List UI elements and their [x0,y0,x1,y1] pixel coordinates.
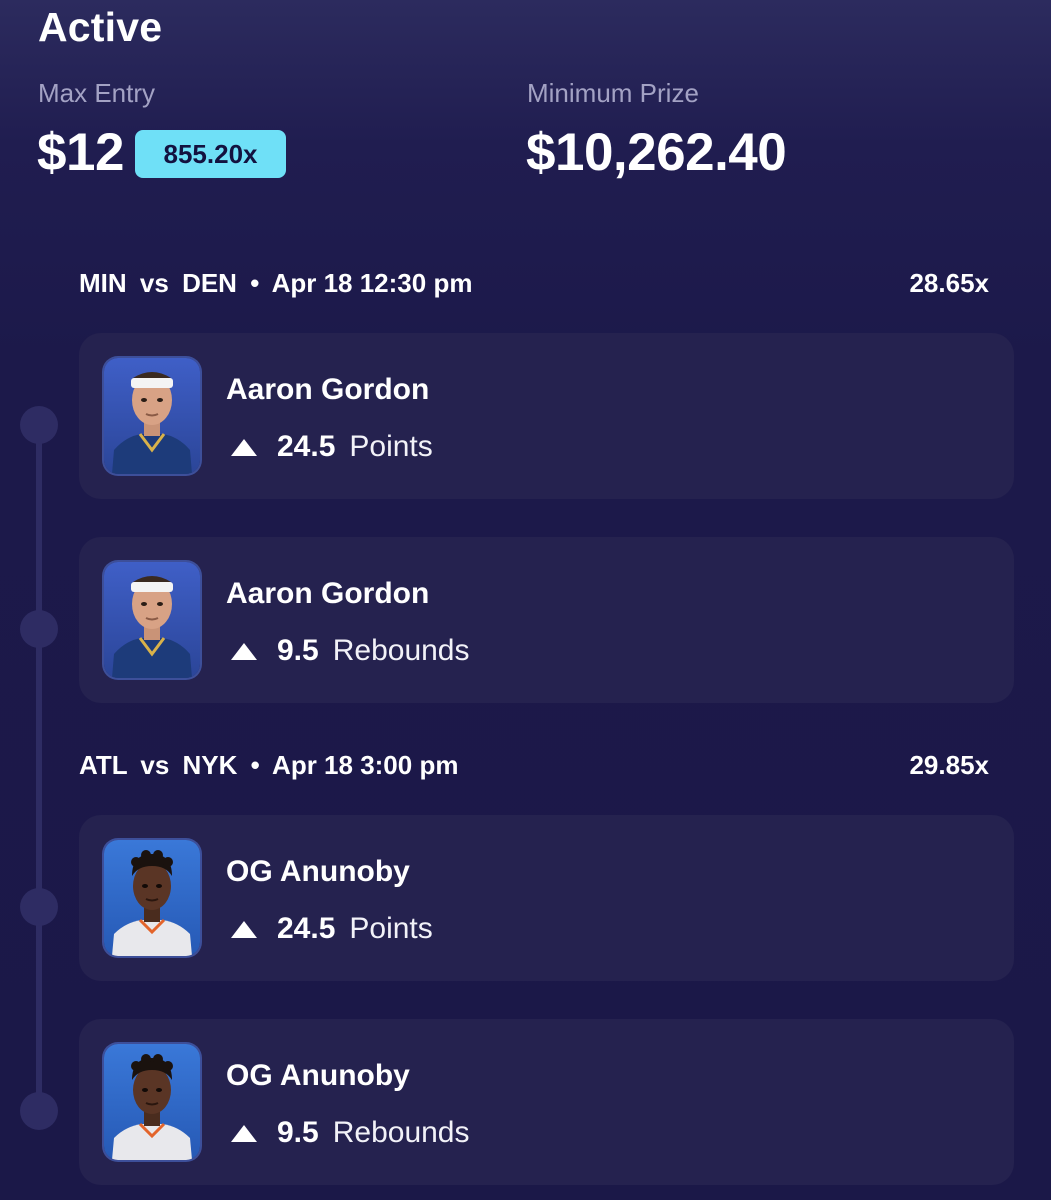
pick-value: 9.5 [277,634,319,667]
pick-value: 9.5 [277,1116,319,1149]
game-multiplier: 29.85x [909,750,989,780]
player-avatar [104,1044,200,1160]
page-title: Active [38,4,163,50]
player-name: OG Anunoby [226,1059,410,1092]
player-name: Aaron Gordon [226,373,430,406]
game-multiplier: 28.65x [909,268,989,298]
minimum-prize-label: Minimum Prize [527,78,699,108]
timeline-line [36,425,42,1112]
player-avatar [104,562,200,678]
pick-line: 9.5 Rebounds [231,1116,470,1150]
up-arrow-icon [231,642,257,660]
game-matchup: MIN vs DEN • Apr 18 12:30 pm [79,268,472,299]
up-arrow-icon [231,920,257,938]
max-entry-value: $12 [37,123,124,182]
pick-stat: Rebounds [332,634,470,667]
pick-card[interactable]: Aaron Gordon 9.5 Rebounds [79,537,1014,703]
pick-line: 24.5 Points [231,430,433,464]
vs-label: vs [139,268,169,298]
game-header: ATL vs NYK • Apr 18 3:00 pm 29.85x [79,750,989,781]
pick-stat: Points [349,912,433,945]
pick-line: 9.5 Rebounds [231,634,470,668]
team-home: DEN [182,268,237,298]
up-arrow-icon [231,438,257,456]
pick-line: 24.5 Points [231,912,433,946]
pick-card[interactable]: Aaron Gordon 24.5 Points [79,333,1014,499]
minimum-prize-value: $10,262.40 [526,123,787,182]
up-arrow-icon [231,1124,257,1142]
entry-multiplier-badge: 855.20x [135,130,286,178]
timeline-dot [20,406,58,444]
separator-dot: • [250,268,260,298]
game-datetime: Apr 18 3:00 pm [272,750,459,780]
pick-stat: Rebounds [332,1116,470,1149]
player-name: OG Anunoby [226,855,410,888]
vs-label: vs [140,750,170,780]
max-entry-label: Max Entry [38,78,156,108]
game-datetime: Apr 18 12:30 pm [271,268,473,298]
timeline-dot [20,888,58,926]
pick-stat: Points [349,430,433,463]
game-matchup: ATL vs NYK • Apr 18 3:00 pm [79,750,458,781]
separator-dot: • [250,750,260,780]
timeline-dot [20,610,58,648]
pick-value: 24.5 [277,430,336,463]
pick-card[interactable]: OG Anunoby 9.5 Rebounds [79,1019,1014,1185]
game-header: MIN vs DEN • Apr 18 12:30 pm 28.65x [79,268,989,299]
pick-value: 24.5 [277,912,336,945]
team-away: ATL [79,750,128,780]
pick-card[interactable]: OG Anunoby 24.5 Points [79,815,1014,981]
team-home: NYK [182,750,238,780]
player-name: Aaron Gordon [226,577,430,610]
team-away: MIN [79,268,127,298]
player-avatar [104,840,200,956]
player-avatar [104,358,200,474]
timeline-dot [20,1092,58,1130]
